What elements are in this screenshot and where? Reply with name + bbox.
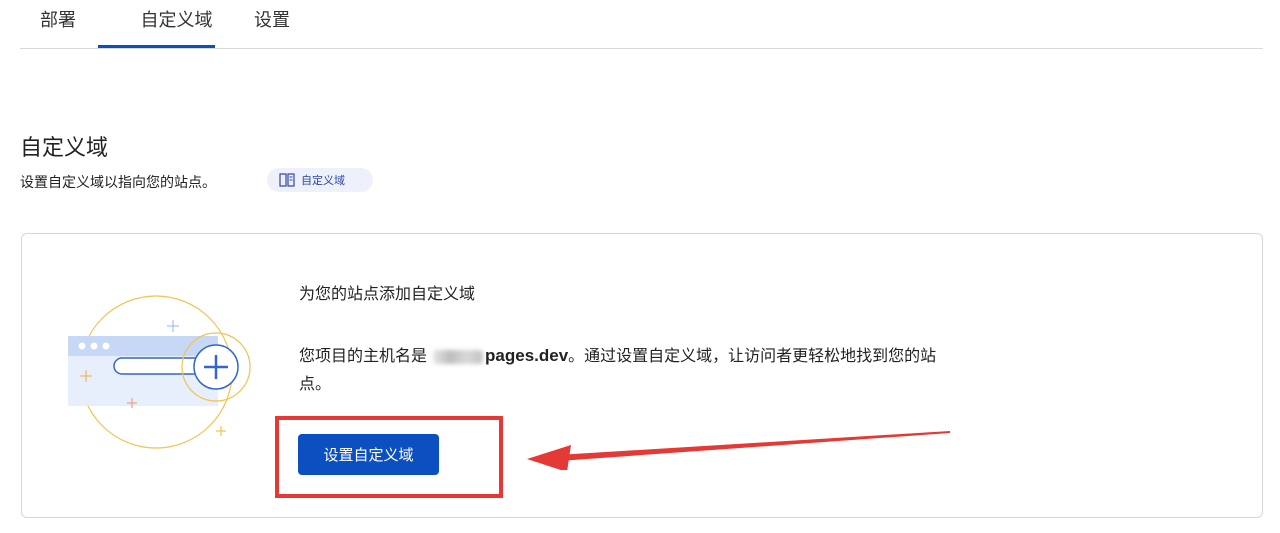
annotation-arrow: [527, 431, 950, 470]
book-icon: [279, 173, 295, 187]
project-hostname: pages.dev: [485, 346, 569, 365]
tab-bar: 部署 自定义域 设置: [20, 0, 1263, 49]
section-title: 自定义域: [20, 135, 109, 160]
annotation-highlight-box: [275, 416, 503, 498]
body-prefix: 您项目的主机名是: [299, 348, 428, 365]
docs-link[interactable]: 自定义域: [267, 168, 373, 192]
tab-deploy[interactable]: 部署: [40, 6, 76, 44]
active-tab-indicator: [98, 45, 215, 48]
docs-link-label: 自定义域: [301, 175, 345, 187]
redacted-hostname: [433, 349, 484, 364]
tab-custom-domain[interactable]: 自定义域: [118, 6, 235, 44]
browser-plus-illustration: [68, 295, 251, 449]
card-body: 您项目的主机名是 pages.dev。通过设置自定义域，让访问者更轻松地找到您的站…: [299, 342, 959, 399]
card-heading: 为您的站点添加自定义域: [299, 286, 476, 303]
section-description: 设置自定义域以指向您的站点。: [20, 174, 216, 190]
tab-settings[interactable]: 设置: [254, 6, 290, 44]
